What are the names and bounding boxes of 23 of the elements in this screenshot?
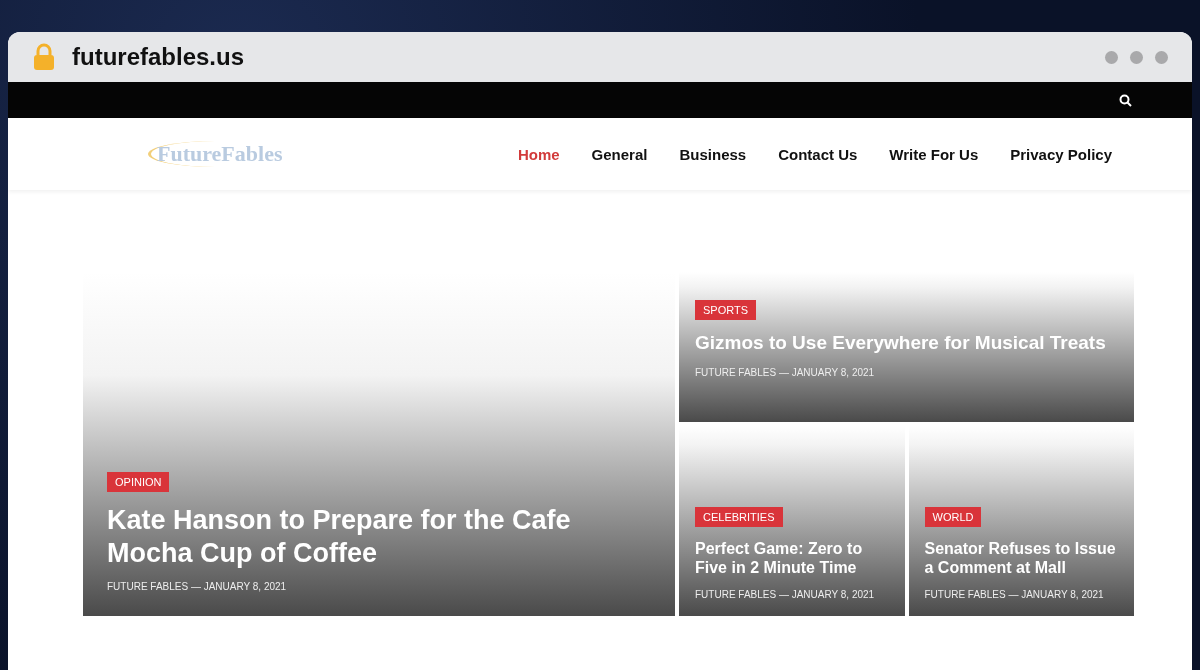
window-dot[interactable] <box>1155 50 1168 64</box>
post-title[interactable]: Kate Hanson to Prepare for the Cafe Mocha Cup of Coffee <box>107 504 651 569</box>
window-dot[interactable] <box>1130 50 1143 64</box>
nav-link[interactable]: General <box>591 145 648 163</box>
window-dot[interactable] <box>1105 50 1118 64</box>
post-title[interactable]: Senator Refuses to Issue a Comment at Mall <box>924 538 1118 577</box>
post-meta: FUTURE FABLES — JANUARY 8, 2021 <box>695 366 876 378</box>
post-meta: FUTURE FABLES — JANUARY 8, 2021 <box>924 589 1105 600</box>
nav-link[interactable]: Contact Us <box>778 145 858 163</box>
nav-link[interactable]: Privacy Policy <box>1010 145 1112 163</box>
category-tag[interactable]: WORLD <box>924 506 982 527</box>
nav-link[interactable]: Write For Us <box>889 145 979 163</box>
post-title[interactable]: Perfect Game: Zero to Five in 2 Minute Time <box>695 538 889 577</box>
post-meta: FUTURE FABLES — JANUARY 8, 2021 <box>695 589 876 600</box>
category-tag[interactable]: OPINION <box>107 472 170 493</box>
category-tag[interactable]: SPORTS <box>695 300 757 320</box>
search-icon[interactable] <box>1119 93 1132 107</box>
category-tag[interactable]: CELEBRITIES <box>695 506 783 527</box>
post-meta: FUTURE FABLES — JANUARY 8, 2021 <box>107 581 288 592</box>
url-text[interactable]: futurefables.us <box>72 43 245 71</box>
lock-icon <box>32 43 56 71</box>
nav-link[interactable]: Business <box>679 145 747 163</box>
nav-link[interactable]: Home <box>517 145 560 163</box>
